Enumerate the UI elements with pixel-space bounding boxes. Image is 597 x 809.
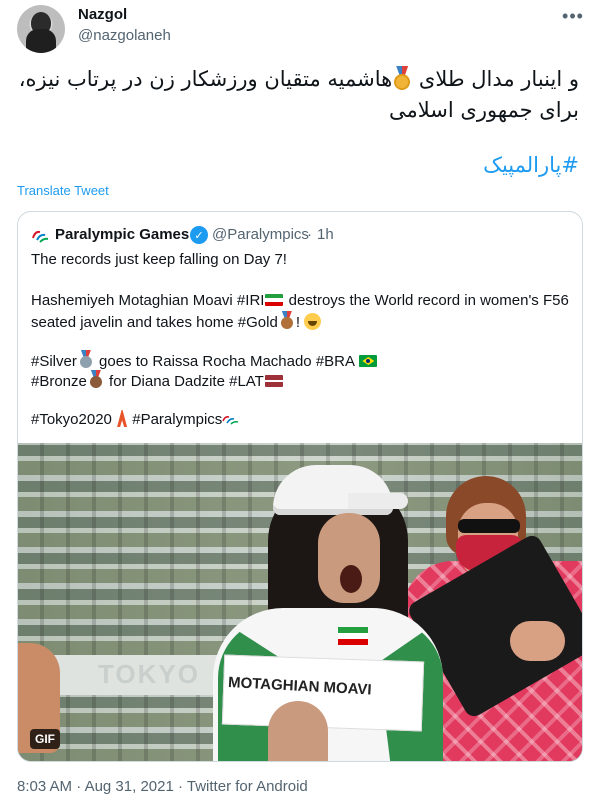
quote-line-2b: destroys the World record in women's F56	[284, 292, 569, 309]
quoted-tweet[interactable]: Paralympic Games ✓ @Paralympics · 1h The…	[17, 211, 583, 762]
latvia-flag-icon	[264, 375, 283, 387]
athlete-mouth	[340, 565, 362, 593]
quoted-author-handle[interactable]: @Paralympics	[212, 226, 309, 243]
rail-text: TOKYO	[98, 659, 200, 689]
avatar[interactable]	[17, 5, 65, 53]
avatar-body	[26, 29, 56, 53]
separator-dot: ·	[307, 226, 312, 243]
tokyo-tower-icon	[116, 410, 128, 427]
quote-line-5: #Bronze for Diana Dadzite #LAT	[31, 370, 284, 392]
quoted-time[interactable]: 1h	[317, 226, 334, 243]
tweet-date[interactable]: Aug 31, 2021	[85, 778, 174, 795]
ellipsis-icon[interactable]: •••	[561, 4, 585, 28]
gif-badge: GIF	[30, 729, 60, 749]
tweet-source[interactable]: Twitter for Android	[187, 778, 308, 795]
paralympics-agitos-icon	[222, 416, 239, 425]
quote-line-5b: for Diana Dadzite #LAT	[104, 373, 264, 390]
athlete-arm	[268, 701, 328, 761]
quote-line-2a: Hashemiyeh Motaghian Moavi #IRI	[31, 292, 265, 309]
athlete-shirt-flag	[338, 627, 368, 645]
quote-line-4: #Silver goes to Raissa Rocha Machado #BR…	[31, 350, 378, 372]
brazil-flag-icon	[359, 355, 378, 367]
hashtag-link[interactable]: #پارالمپیک	[17, 150, 579, 181]
silver-medal-icon	[78, 350, 94, 369]
gold-medal-icon	[279, 311, 295, 330]
quote-line-2: Hashemiyeh Motaghian Moavi #IRI destroys…	[31, 291, 569, 311]
bronze-medal-icon	[88, 370, 104, 389]
tweet: Nazgol @nazgolaneh ••• و اینبار مدال طلا…	[0, 0, 597, 809]
athlete-cap-brim	[348, 493, 408, 509]
footer-separator: ·	[177, 778, 183, 795]
tweet-text: و اینبار مدال طلای هاشمیه متقیان ورزشکار…	[17, 64, 579, 126]
tweet-footer: 8:03 AM · Aug 31, 2021 · Twitter for And…	[17, 778, 308, 795]
quoted-author-name[interactable]: Paralympic Games	[55, 226, 189, 243]
tweet-text-part1: و اینبار مدال طلای	[418, 67, 579, 91]
gif-media[interactable]: TOKYO MOTAGHIAN MOAVI GIF	[18, 443, 582, 761]
gold-medal-icon	[392, 66, 412, 90]
quote-line-4b: goes to Raissa Rocha Machado #BRA	[94, 353, 355, 370]
quote-line-3a: seated javelin and takes home #Gold	[31, 314, 278, 331]
official-hand	[510, 621, 565, 661]
official-sunglasses	[458, 519, 520, 533]
quote-line-1: The records just keep falling on Day 7!	[31, 251, 287, 268]
author-handle[interactable]: @nazgolaneh	[78, 27, 171, 44]
quote-line-5a: #Bronze	[31, 373, 87, 390]
author-name[interactable]: Nazgol	[78, 6, 127, 23]
verified-badge-icon: ✓	[190, 226, 208, 244]
footer-separator: ·	[76, 778, 82, 795]
grinning-face-icon	[304, 313, 322, 330]
quote-line-3b: !	[295, 314, 300, 331]
translate-tweet-link[interactable]: Translate Tweet	[17, 183, 109, 198]
quote-line-6b: #Paralympics	[128, 411, 223, 428]
tweet-time[interactable]: 8:03 AM	[17, 778, 72, 795]
quote-line-4a: #Silver	[31, 353, 77, 370]
paralympics-logo-icon	[32, 230, 49, 243]
quote-line-6a: #Tokyo2020	[31, 411, 112, 428]
quote-line-6: #Tokyo2020 #Paralympics	[31, 410, 240, 430]
iran-flag-icon	[265, 294, 284, 306]
quote-line-3: seated javelin and takes home #Gold!	[31, 311, 322, 333]
